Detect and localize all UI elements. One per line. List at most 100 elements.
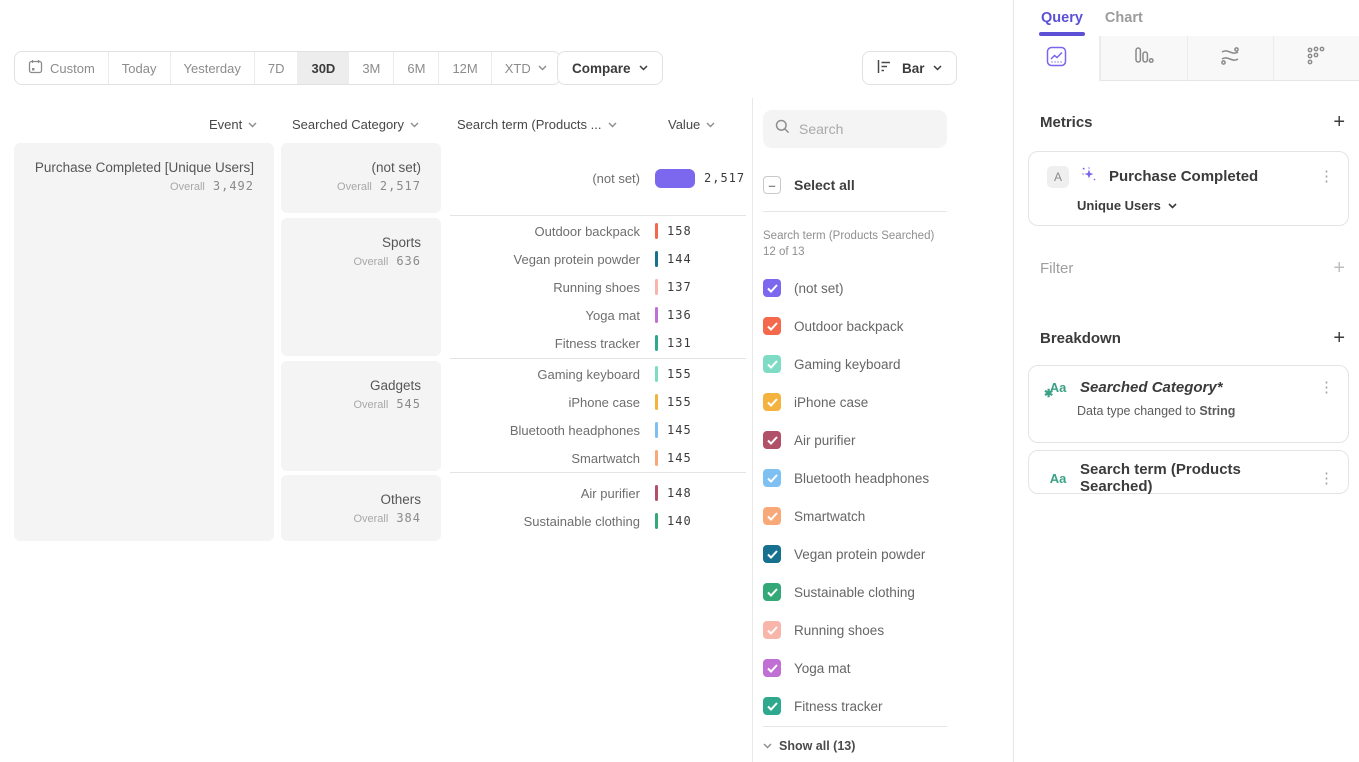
chevron-down-icon	[639, 65, 648, 71]
table-row[interactable]: Running shoes 137	[450, 273, 750, 301]
breakdown-note: Data type changed to String	[1029, 396, 1348, 418]
string-type-icon: Aa	[1047, 471, 1069, 486]
legend-item[interactable]: Fitness tracker	[763, 687, 1003, 725]
column-header-searched-category[interactable]: Searched Category	[292, 117, 419, 132]
checked-checkbox-icon	[763, 469, 781, 487]
legend-search[interactable]	[763, 110, 947, 148]
show-all-button[interactable]: Show all (13)	[763, 731, 855, 761]
chevron-down-icon	[933, 65, 942, 71]
divider	[763, 211, 947, 212]
kebab-menu-icon[interactable]: ⋮	[1319, 380, 1334, 395]
add-filter-button[interactable]: +	[1333, 258, 1345, 278]
legend-item[interactable]: Outdoor backpack	[763, 307, 1003, 345]
category-cell-sports[interactable]: Sports Overall636	[281, 218, 441, 356]
date-range-12m[interactable]: 12M	[439, 52, 491, 84]
chart-type-dropdown[interactable]: Bar	[862, 51, 957, 85]
table-row[interactable]: Sustainable clothing 140	[450, 507, 750, 535]
legend-item[interactable]: Air purifier	[763, 421, 1003, 459]
date-range-xtd[interactable]: XTD	[492, 52, 560, 84]
table-row[interactable]: Vegan protein powder 144	[450, 245, 750, 273]
breakdown-card-search-term[interactable]: Aa Search term (Products Searched) ⋮	[1028, 450, 1349, 494]
tab-flows[interactable]	[1187, 36, 1273, 81]
kebab-menu-icon[interactable]: ⋮	[1319, 169, 1334, 184]
filter-heading: Filter	[1040, 260, 1073, 277]
date-range-yesterday[interactable]: Yesterday	[171, 52, 255, 84]
table-row[interactable]: Air purifier 148	[450, 479, 750, 507]
checked-checkbox-icon	[763, 621, 781, 639]
category-cell-others[interactable]: Others Overall384	[281, 475, 441, 541]
metric-aggregation-dropdown[interactable]: Unique Users	[1029, 188, 1348, 213]
sidebar-tabs: Query Chart	[1014, 0, 1359, 36]
metrics-header: Metrics +	[1040, 112, 1345, 132]
legend-item[interactable]: Vegan protein powder	[763, 535, 1003, 573]
breakdown-label: Searched Category*	[1080, 379, 1308, 396]
term-group-not-set: (not set) 2,517	[450, 149, 750, 207]
checked-checkbox-icon	[763, 431, 781, 449]
table-row[interactable]: iPhone case 155	[450, 388, 750, 416]
group-divider	[450, 472, 746, 473]
legend-context-label: Search term (Products Searched) 12 of 13	[763, 228, 943, 260]
checked-checkbox-icon	[763, 279, 781, 297]
table-row[interactable]: Outdoor backpack 158	[450, 217, 750, 245]
compare-button[interactable]: Compare	[557, 51, 663, 85]
term-group-sports: Outdoor backpack 158 Vegan protein powde…	[450, 217, 750, 357]
date-range-30d[interactable]: 30D	[298, 52, 349, 84]
retention-icon	[1306, 46, 1326, 71]
metric-title: Purchase Completed	[1109, 168, 1308, 185]
kebab-menu-icon[interactable]: ⋮	[1319, 471, 1334, 486]
value-bar	[655, 307, 658, 323]
column-header-value[interactable]: Value	[668, 117, 715, 132]
category-cell-not-set[interactable]: (not set) Overall2,517	[281, 143, 441, 213]
date-range-6m[interactable]: 6M	[394, 52, 439, 84]
event-title: Purchase Completed [Unique Users]	[14, 143, 274, 175]
select-all-checkbox[interactable]: – Select all	[763, 166, 855, 204]
tab-chart[interactable]: Chart	[1105, 0, 1143, 36]
checked-checkbox-icon	[763, 659, 781, 677]
date-range-label: Custom	[50, 61, 95, 76]
column-header-search-term[interactable]: Search term (Products ...	[457, 117, 617, 132]
date-range-7d[interactable]: 7D	[255, 52, 299, 84]
table-row[interactable]: Fitness tracker 131	[450, 329, 750, 357]
query-sidebar: Query Chart	[1013, 0, 1359, 762]
legend-item[interactable]: Gaming keyboard	[763, 345, 1003, 383]
value-bar	[655, 366, 658, 382]
tab-retention[interactable]	[1273, 36, 1359, 81]
add-breakdown-button[interactable]: +	[1333, 328, 1345, 348]
value-bar	[655, 279, 658, 295]
date-range-custom[interactable]: Custom	[15, 52, 109, 84]
table-row[interactable]: (not set) 2,517	[450, 164, 750, 192]
column-header-event[interactable]: Event	[209, 117, 257, 132]
value-bar	[655, 450, 658, 466]
date-range-today[interactable]: Today	[109, 52, 171, 84]
checked-checkbox-icon	[763, 697, 781, 715]
breakdown-card-searched-category[interactable]: Aa✱ Searched Category* ⋮ Data type chang…	[1028, 365, 1349, 443]
legend-item[interactable]: Running shoes	[763, 611, 1003, 649]
tab-insights[interactable]	[1014, 36, 1100, 81]
legend-item[interactable]: Smartwatch	[763, 497, 1003, 535]
chevron-down-icon	[248, 122, 257, 128]
tab-funnels[interactable]	[1100, 36, 1186, 81]
legend-item[interactable]: Sustainable clothing	[763, 573, 1003, 611]
date-range-segmented-control: Custom Today Yesterday 7D 30D 3M 6M 12M …	[14, 51, 561, 85]
table-row[interactable]: Gaming keyboard 155	[450, 360, 750, 388]
legend-panel: – Select all Search term (Products Searc…	[752, 98, 1013, 762]
add-metric-button[interactable]: +	[1333, 112, 1345, 132]
legend-item[interactable]: (not set)	[763, 269, 1003, 307]
report-type-tabs	[1014, 36, 1359, 81]
table-row[interactable]: Yoga mat 136	[450, 301, 750, 329]
checked-checkbox-icon	[763, 545, 781, 563]
event-cell[interactable]: Purchase Completed [Unique Users] Overal…	[14, 143, 274, 541]
tab-query[interactable]: Query	[1041, 0, 1083, 36]
group-divider	[450, 215, 746, 216]
metric-card[interactable]: A Purchase Completed ⋮ Unique Users	[1028, 151, 1349, 226]
category-cell-gadgets[interactable]: Gadgets Overall545	[281, 361, 441, 471]
legend-item[interactable]: Bluetooth headphones	[763, 459, 1003, 497]
value-bar	[655, 485, 658, 501]
table-row[interactable]: Smartwatch 145	[450, 444, 750, 472]
legend-item[interactable]: Yoga mat	[763, 649, 1003, 687]
table-row[interactable]: Bluetooth headphones 145	[450, 416, 750, 444]
search-input[interactable]	[799, 121, 929, 137]
date-range-3m[interactable]: 3M	[349, 52, 394, 84]
checked-checkbox-icon	[763, 507, 781, 525]
legend-item[interactable]: iPhone case	[763, 383, 1003, 421]
